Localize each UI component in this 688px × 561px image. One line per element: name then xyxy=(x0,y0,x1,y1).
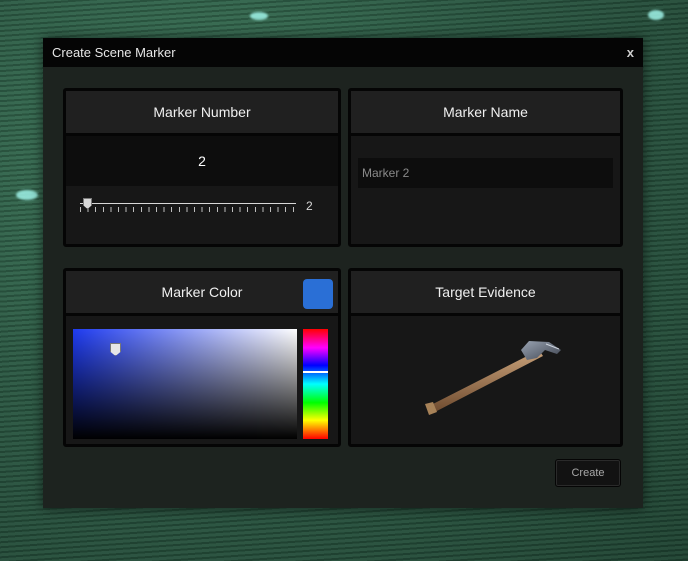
slider-ticks xyxy=(80,207,296,212)
marker-name-input[interactable] xyxy=(358,158,613,188)
slider-track[interactable] xyxy=(80,203,296,204)
marker-color-panel: Marker Color xyxy=(63,268,341,447)
close-button[interactable]: x xyxy=(627,45,634,60)
color-picker-area[interactable] xyxy=(73,329,297,439)
marker-color-header: Marker Color xyxy=(66,271,338,316)
color-picker-handle[interactable] xyxy=(110,343,121,356)
slider-value-label: 2 xyxy=(306,199,313,213)
target-evidence-panel: Target Evidence xyxy=(348,268,623,447)
marker-number-header: Marker Number xyxy=(66,91,338,136)
axe-icon xyxy=(425,341,561,415)
marker-number-panel: Marker Number 2 2 xyxy=(63,88,341,247)
marker-number-value: 2 xyxy=(66,136,338,186)
dialog-title: Create Scene Marker xyxy=(52,45,176,60)
background-glint xyxy=(16,190,38,200)
evidence-preview[interactable] xyxy=(351,316,620,444)
create-scene-marker-dialog: Create Scene Marker x Marker Number 2 2 … xyxy=(43,38,643,508)
hue-marker[interactable] xyxy=(303,371,328,373)
marker-color-title: Marker Color xyxy=(161,284,243,300)
marker-name-panel: Marker Name xyxy=(348,88,623,247)
target-evidence-header: Target Evidence xyxy=(351,271,620,316)
create-button[interactable]: Create xyxy=(555,459,621,487)
color-swatch[interactable] xyxy=(303,279,333,309)
background-glint xyxy=(648,10,664,20)
marker-number-slider[interactable]: 2 xyxy=(66,186,338,226)
marker-name-header: Marker Name xyxy=(351,91,620,136)
background-glint xyxy=(250,12,268,20)
dialog-titlebar: Create Scene Marker x xyxy=(43,38,643,67)
hue-slider[interactable] xyxy=(303,329,328,439)
